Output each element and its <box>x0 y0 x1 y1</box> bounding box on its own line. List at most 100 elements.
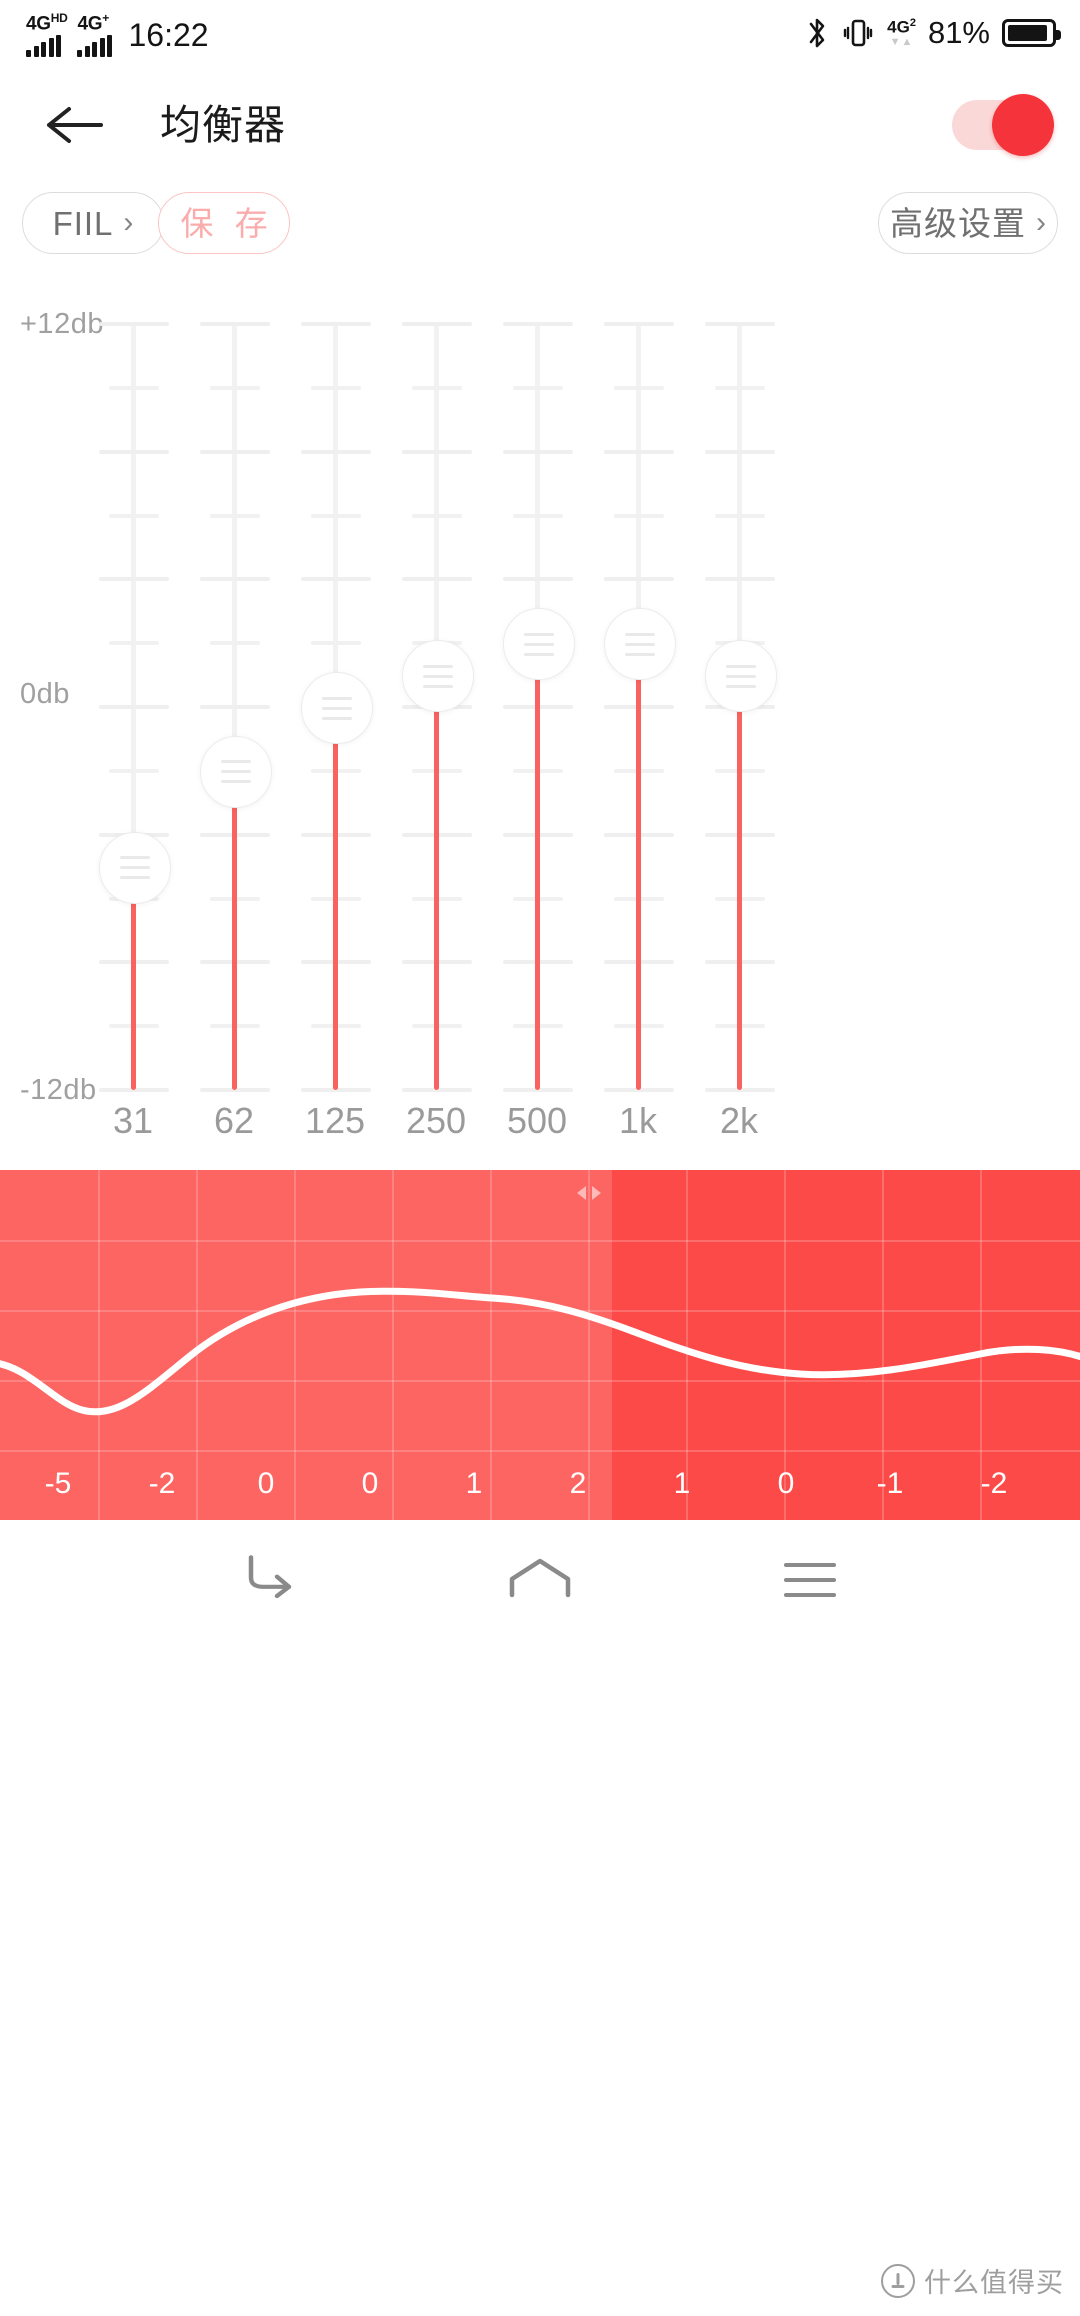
eq-tick <box>210 641 260 646</box>
eq-tick <box>513 513 563 518</box>
eq-tick <box>412 513 462 518</box>
eq-tick <box>402 322 472 326</box>
eq-slider-62[interactable]: 62 <box>186 300 282 1170</box>
eq-tick <box>604 322 674 326</box>
nav-recent-button[interactable] <box>710 1520 910 1640</box>
eq-tick <box>109 385 159 390</box>
eq-slider-250[interactable]: 250 <box>388 300 484 1170</box>
eq-slider-thumb-2k[interactable] <box>705 640 777 713</box>
eq-tick <box>604 449 674 454</box>
eq-slider-thumb-500[interactable] <box>503 608 575 681</box>
nav-back-icon <box>239 1554 301 1607</box>
battery-percent-label: 81% <box>927 15 990 50</box>
eq-tick <box>99 322 169 326</box>
eq-tick <box>200 322 270 326</box>
eq-frequency-label-125: 125 <box>304 1100 366 1141</box>
eq-tick <box>301 449 371 454</box>
eq-tick <box>513 385 563 390</box>
eq-tick <box>200 449 270 454</box>
equalizer-panel: +12db 0db -12db 31 62 125 250 500 1k 2k <box>0 300 1080 1170</box>
save-button-label: 保 存 <box>180 204 274 242</box>
eq-tick <box>99 449 169 454</box>
eq-tick <box>503 577 573 582</box>
eq-tick <box>402 577 472 582</box>
android-nav-bar <box>0 1520 1080 1640</box>
status-bar-right: 4G2 ▼▲ 81% <box>805 10 1061 56</box>
network-type-2: 4G <box>77 13 103 35</box>
battery-icon <box>1002 19 1061 47</box>
eq-slider-fill <box>636 643 641 1090</box>
curve-value-label: -5 <box>44 1467 72 1500</box>
chevron-right-icon: › <box>123 206 134 239</box>
eq-tick <box>604 577 674 582</box>
back-button[interactable] <box>38 88 112 162</box>
bluetooth-icon <box>805 16 829 50</box>
curve-value-label: 1 <box>465 1467 483 1500</box>
eq-tick <box>301 322 371 326</box>
eq-frequency-label-2k: 2k <box>719 1100 759 1141</box>
curve-value-label: -2 <box>148 1467 176 1500</box>
vibrate-icon <box>841 16 875 50</box>
app-screen: 4GHD 4G+ 16:22 4G 2 ▼▲ 81% 均衡器 FIIL › 保 存… <box>0 0 1080 2316</box>
curve-value-label: 0 <box>361 1467 379 1500</box>
toolbar: FIIL › 保 存 高级设置 › <box>0 192 1080 272</box>
slider-group: 31 62 125 250 500 1k 2k <box>0 300 1080 1170</box>
smzdm-logo-icon <box>881 2263 915 2298</box>
app-header: 均衡器 <box>0 70 1080 180</box>
response-curve-panel[interactable]: -5 -2 0 0 1 2 1 0 -1 -2 <box>0 1170 1080 1520</box>
eq-slider-500[interactable]: 500 <box>489 300 585 1170</box>
data-network-label: 4G <box>887 17 910 37</box>
eq-frequency-label-500: 500 <box>506 1100 568 1141</box>
preset-button[interactable]: FIIL › <box>22 192 164 254</box>
eq-tick <box>715 513 765 518</box>
curve-value-label: 2 <box>569 1467 587 1500</box>
back-arrow-icon <box>45 103 105 147</box>
eq-frequency-label-250: 250 <box>405 1100 467 1141</box>
page-background-bottom <box>0 1640 1080 2316</box>
page-title: 均衡器 <box>160 102 286 148</box>
nav-home-button[interactable] <box>440 1520 640 1640</box>
eq-slider-thumb-62[interactable] <box>200 735 272 808</box>
signal-indicator-2: 4G+ <box>77 8 113 58</box>
eq-tick <box>109 641 159 646</box>
status-bar-clock: 16:22 <box>128 17 209 54</box>
eq-tick <box>311 513 361 518</box>
toggle-thumb <box>992 94 1054 156</box>
equalizer-enable-toggle[interactable] <box>952 94 1054 156</box>
eq-tick <box>200 577 270 582</box>
curve-value-label: 0 <box>257 1467 275 1500</box>
eq-tick <box>402 449 472 454</box>
curve-value-label: -2 <box>980 1467 1008 1500</box>
eq-slider-thumb-31[interactable] <box>99 831 171 904</box>
eq-slider-fill <box>333 707 338 1090</box>
eq-slider-2k[interactable]: 2k <box>691 300 787 1170</box>
eq-tick <box>311 385 361 390</box>
eq-slider-31[interactable]: 31 <box>85 300 181 1170</box>
signal-bars-1 <box>26 35 61 58</box>
save-button[interactable]: 保 存 <box>158 192 290 254</box>
signal-bars-2 <box>77 35 113 58</box>
eq-slider-fill <box>232 770 237 1090</box>
eq-tick <box>99 705 169 709</box>
eq-slider-thumb-250[interactable] <box>402 640 474 713</box>
eq-slider-fill <box>434 675 439 1090</box>
watermark-text: 什么值得买 <box>924 2268 1064 2298</box>
status-bar-left: 4GHD 4G+ 16:22 <box>26 8 209 58</box>
eq-slider-fill <box>737 675 742 1090</box>
eq-slider-125[interactable]: 125 <box>287 300 383 1170</box>
eq-tick <box>99 577 169 582</box>
eq-frequency-label-62: 62 <box>213 1100 255 1141</box>
eq-frequency-label-1k: 1k <box>618 1100 658 1141</box>
eq-tick <box>412 385 462 390</box>
curve-value-label: 0 <box>777 1467 795 1500</box>
eq-slider-1k[interactable]: 1k <box>590 300 686 1170</box>
advanced-settings-button[interactable]: 高级设置 › <box>878 192 1058 254</box>
nav-back-button[interactable] <box>170 1520 370 1640</box>
data-arrows-icon: ▼▲ <box>889 35 914 48</box>
eq-slider-thumb-1k[interactable] <box>604 608 676 681</box>
network-type-1: 4G <box>26 13 51 35</box>
eq-tick <box>614 385 664 390</box>
eq-tick <box>109 768 159 773</box>
eq-slider-thumb-125[interactable] <box>301 672 373 744</box>
eq-tick <box>715 385 765 390</box>
